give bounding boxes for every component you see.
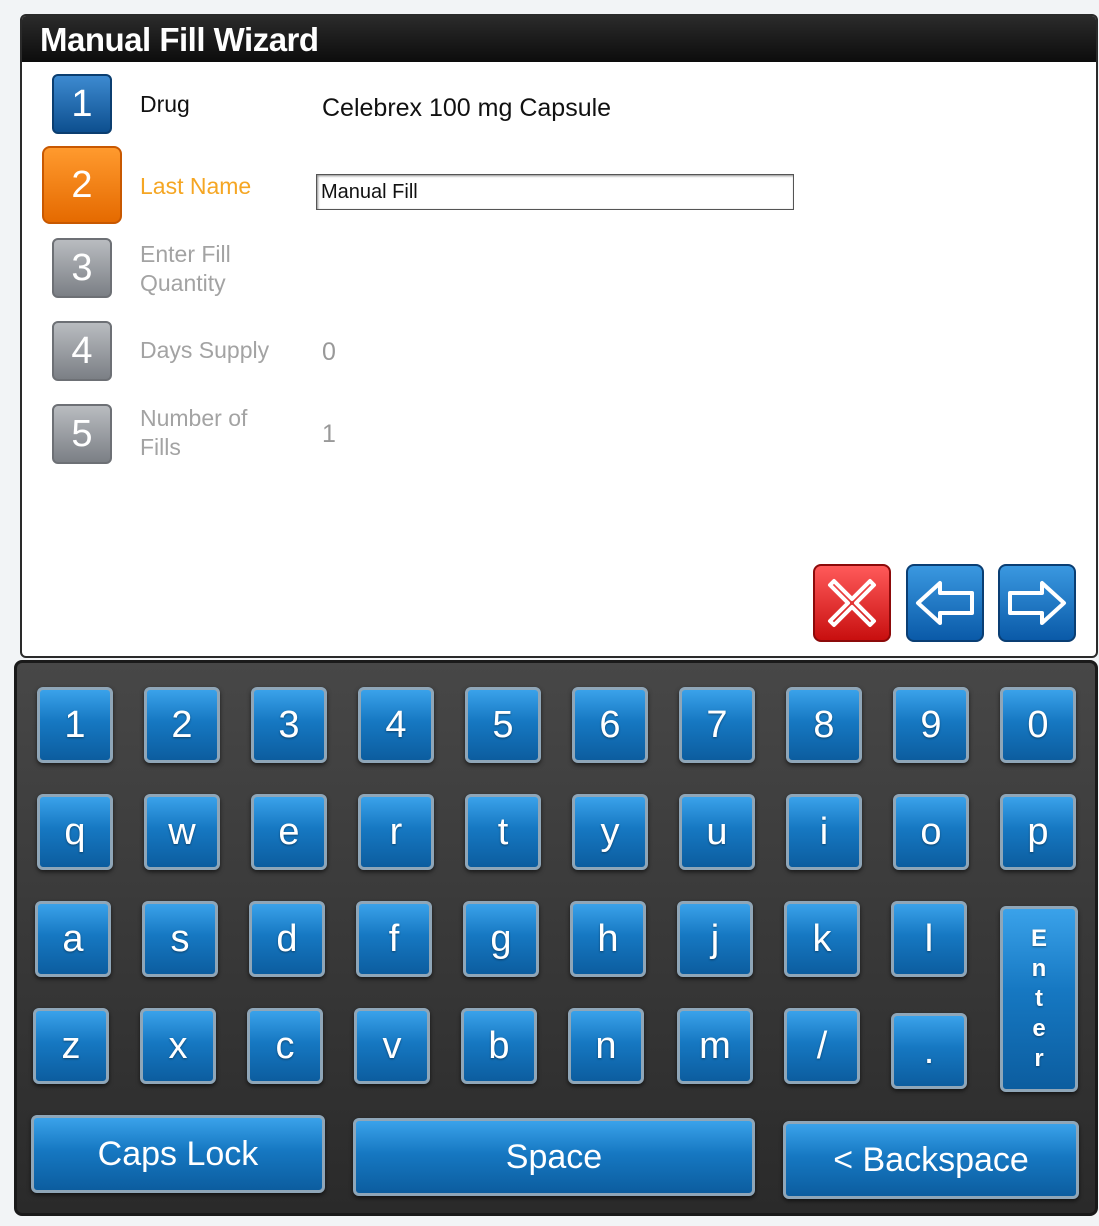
key-9[interactable]: 9 <box>893 687 969 763</box>
key-a[interactable]: a <box>35 901 111 977</box>
wizard-panel: Manual Fill Wizard 1 Drug Celebrex 100 m… <box>20 14 1098 658</box>
key-period[interactable]: . <box>891 1013 967 1089</box>
arrow-left-icon <box>916 581 974 625</box>
key-d[interactable]: d <box>249 901 325 977</box>
key-n[interactable]: n <box>568 1008 644 1084</box>
key-j[interactable]: j <box>677 901 753 977</box>
key-t[interactable]: t <box>465 794 541 870</box>
step-2-label: Last Name <box>140 173 252 199</box>
step-3-label-line2: Quantity <box>140 270 226 296</box>
key-x[interactable]: x <box>140 1008 216 1084</box>
step-5-badge[interactable]: 5 <box>52 404 112 464</box>
key-w[interactable]: w <box>144 794 220 870</box>
key-8[interactable]: 8 <box>786 687 862 763</box>
arrow-right-icon <box>1008 581 1066 625</box>
key-u[interactable]: u <box>679 794 755 870</box>
step-1-badge[interactable]: 1 <box>52 74 112 134</box>
step-1-label: Drug <box>140 91 190 117</box>
key-1[interactable]: 1 <box>37 687 113 763</box>
backspace-button[interactable]: < Backspace <box>783 1121 1079 1199</box>
key-6[interactable]: 6 <box>572 687 648 763</box>
close-icon <box>828 579 876 627</box>
key-s[interactable]: s <box>142 901 218 977</box>
key-l[interactable]: l <box>891 901 967 977</box>
step-3-badge[interactable]: 3 <box>52 238 112 298</box>
key-y[interactable]: y <box>572 794 648 870</box>
key-0[interactable]: 0 <box>1000 687 1076 763</box>
step-5-label: Number of Fills <box>140 404 247 462</box>
enter-key-letter: r <box>1034 1045 1044 1072</box>
enter-key-letter: n <box>1031 955 1047 982</box>
step-4-badge[interactable]: 4 <box>52 321 112 381</box>
key-q[interactable]: q <box>37 794 113 870</box>
key-4[interactable]: 4 <box>358 687 434 763</box>
key-m[interactable]: m <box>677 1008 753 1084</box>
key-g[interactable]: g <box>463 901 539 977</box>
key-r[interactable]: r <box>358 794 434 870</box>
step-3-label-line1: Enter Fill <box>140 241 231 267</box>
enter-key-letter: t <box>1035 985 1043 1012</box>
key-c[interactable]: c <box>247 1008 323 1084</box>
next-button[interactable] <box>998 564 1076 642</box>
number-of-fills-value: 1 <box>322 420 336 448</box>
caps-lock-button[interactable]: Caps Lock <box>31 1115 325 1193</box>
enter-key[interactable]: E n t e r <box>1000 906 1078 1092</box>
enter-key-letter: E <box>1030 925 1047 952</box>
back-button[interactable] <box>906 564 984 642</box>
key-3[interactable]: 3 <box>251 687 327 763</box>
key-h[interactable]: h <box>570 901 646 977</box>
key-o[interactable]: o <box>893 794 969 870</box>
app-frame: Manual Fill Wizard 1 Drug Celebrex 100 m… <box>0 0 1099 1226</box>
key-5[interactable]: 5 <box>465 687 541 763</box>
key-7[interactable]: 7 <box>679 687 755 763</box>
key-v[interactable]: v <box>354 1008 430 1084</box>
step-5-label-line2: Fills <box>140 434 181 460</box>
last-name-input[interactable] <box>316 174 794 210</box>
window-title: Manual Fill Wizard <box>22 16 1096 62</box>
step-3-label: Enter Fill Quantity <box>140 240 231 298</box>
step-5-label-line1: Number of <box>140 405 248 431</box>
key-p[interactable]: p <box>1000 794 1076 870</box>
days-supply-value: 0 <box>322 338 336 366</box>
key-z[interactable]: z <box>33 1008 109 1084</box>
space-button[interactable]: Space <box>353 1118 755 1196</box>
key-2[interactable]: 2 <box>144 687 220 763</box>
key-slash[interactable]: / <box>784 1008 860 1084</box>
cancel-button[interactable] <box>813 564 891 642</box>
key-i[interactable]: i <box>786 794 862 870</box>
key-k[interactable]: k <box>784 901 860 977</box>
key-b[interactable]: b <box>461 1008 537 1084</box>
key-e[interactable]: e <box>251 794 327 870</box>
step-4-label: Days Supply <box>140 337 270 363</box>
on-screen-keyboard: 1 2 3 4 5 6 7 8 9 0 q w e r t y u i o p … <box>14 660 1098 1216</box>
key-f[interactable]: f <box>356 901 432 977</box>
step-2-badge[interactable]: 2 <box>42 146 122 224</box>
drug-value: Celebrex 100 mg Capsule <box>322 94 612 122</box>
enter-key-letter: e <box>1032 1015 1046 1042</box>
